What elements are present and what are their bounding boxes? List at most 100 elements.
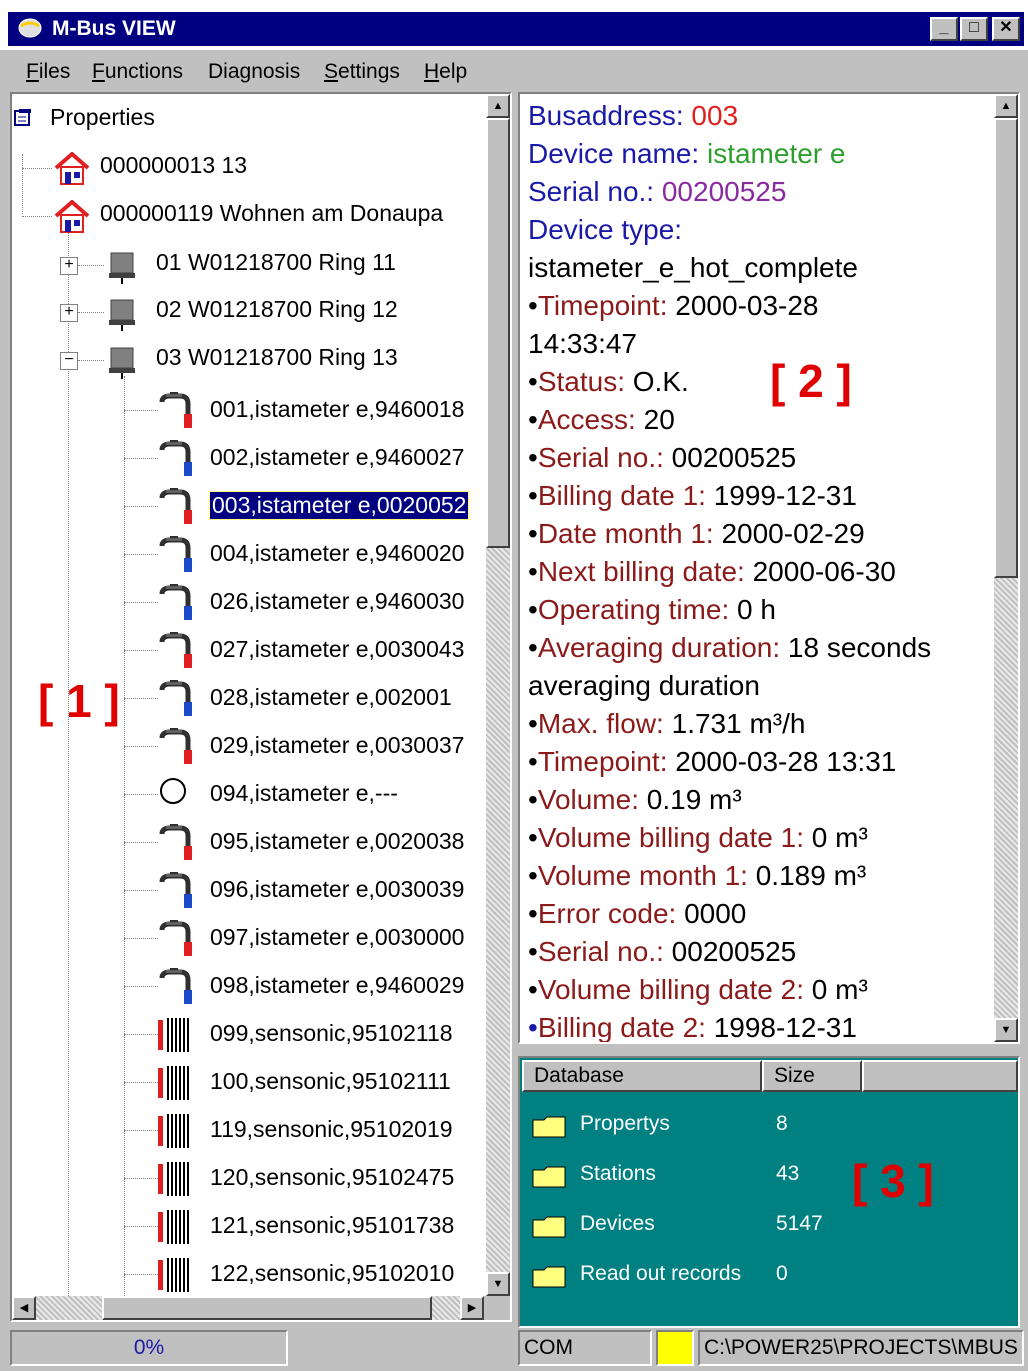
tree-device[interactable]: 002,istameter e,9460027 [12,440,486,480]
column-header-size[interactable]: Size [762,1060,862,1092]
tree-device[interactable]: 026,istameter e,9460030 [12,584,486,624]
tree-device[interactable]: 096,istameter e,0030039 [12,872,486,912]
tree-station[interactable]: + 01 W01218700 Ring 11 [12,249,486,285]
scroll-down-button[interactable]: ▼ [994,1018,1018,1042]
tree-device[interactable]: 095,istameter e,0020038 [12,824,486,864]
detail-record: •Operating time: 0 h [528,594,776,625]
tree-device[interactable]: 121,sensonic,95101738 [12,1208,486,1248]
tree-device-label: 001,istameter e,9460018 [210,396,465,422]
detail-serial: Serial no.: 00200525 [528,176,787,207]
tree-device[interactable]: 029,istameter e,0030037 [12,728,486,768]
scroll-down-button[interactable]: ▼ [486,1272,510,1296]
tree-station[interactable]: − 03 W01218700 Ring 13 [12,344,486,380]
database-row[interactable]: Stations 43 [532,1156,832,1196]
detail-record: •Access: 20 [528,404,675,435]
tree-device-label: 026,istameter e,9460030 [210,588,465,614]
tree-device[interactable]: 120,sensonic,95102475 [12,1160,486,1200]
radiator-icon [158,1160,192,1204]
detail-record: •Error code: 0000 [528,898,747,929]
detail-record: •Next billing date: 2000-06-30 [528,556,896,587]
tree-device[interactable]: 099,sensonic,95102118 [12,1016,486,1056]
menu-files[interactable]: Files [26,60,70,84]
detail-record: •Status: O.K. [528,366,689,397]
scroll-thumb[interactable] [102,1296,432,1320]
tree-device[interactable]: 001,istameter e,9460018 [12,392,486,432]
tree-property[interactable]: 000000013 13 [12,152,486,188]
detail-record: averaging duration [528,670,760,701]
status-indicator-light [656,1330,694,1366]
hot-tap-icon [158,632,192,676]
tree-device[interactable]: 122,sensonic,95102010 [12,1256,486,1296]
detail-record: •Volume: 0.19 m³ [528,784,742,815]
expand-toggle[interactable]: + [60,304,78,322]
status-port: COM [518,1330,652,1366]
tree-device[interactable]: 027,istameter e,0030043 [12,632,486,672]
radiator-icon [158,1064,192,1108]
cold-tap-icon [158,872,192,916]
tree-station[interactable]: + 02 W01218700 Ring 12 [12,296,486,332]
scroll-thumb[interactable] [994,118,1018,578]
tree-property[interactable]: 000000119 Wohnen am Donaupa [12,200,486,236]
maximize-button[interactable]: □ [960,17,988,41]
close-button[interactable]: ✕ [992,17,1020,41]
radiator-icon [158,1112,192,1156]
detail-record: 14:33:47 [528,328,637,359]
tree-device[interactable]: 097,istameter e,0030000 [12,920,486,960]
tree-station-label: 01 W01218700 Ring 11 [156,249,396,275]
detail-record: •Timepoint: 2000-03-28 [528,290,819,321]
properties-icon [14,109,31,126]
tree-vertical-scrollbar[interactable]: ▲ ▼ [486,94,510,1296]
database-row[interactable]: Propertys 8 [532,1106,832,1146]
expand-toggle[interactable]: + [60,257,78,275]
tree-device[interactable]: 004,istameter e,9460020 [12,536,486,576]
device-tree[interactable]: Properties 000000013 13 000000119 Wohnen… [10,92,512,1322]
tree-device-label: 121,sensonic,95101738 [210,1212,455,1238]
scroll-left-button[interactable]: ◀ [12,1296,36,1320]
details-vertical-scrollbar[interactable]: ▲ ▼ [994,94,1018,1042]
menu-functions[interactable]: Functions [92,60,183,84]
detail-device-type-label: Device type: [528,214,683,245]
menu-settings[interactable]: Settings [324,60,400,84]
hot-tap-icon [158,824,192,868]
tree-station-label: 03 W01218700 Ring 13 [156,344,398,370]
annotation-2: [ 2 ] [770,355,852,407]
menu-help[interactable]: Help [424,60,467,84]
tree-device-label: 002,istameter e,9460027 [210,444,465,470]
scroll-thumb[interactable] [486,118,510,548]
app-icon [18,18,42,38]
scroll-up-button[interactable]: ▲ [486,94,510,118]
tree-device[interactable]: 094,istameter e,--- [12,776,486,816]
database-row[interactable]: Devices 5147 [532,1206,832,1246]
station-icon [109,347,135,379]
tree-device[interactable]: 003,istameter e,0020052 [12,488,486,528]
database-name: Stations [580,1162,656,1185]
detail-busaddress: Busaddress: 003 [528,100,739,131]
folder-icon [532,1266,566,1288]
title-bar[interactable]: M-Bus VIEW _ □ ✕ [8,12,1024,46]
tree-horizontal-scrollbar[interactable]: ◀ ▶ [12,1296,510,1320]
cold-tap-icon [158,440,192,484]
collapse-toggle[interactable]: − [60,352,78,370]
tree-device[interactable]: 119,sensonic,95102019 [12,1112,486,1152]
tree-device-label: 100,sensonic,95102111 [210,1068,451,1094]
annotation-3: [ 3 ] [852,1155,934,1207]
minimize-button[interactable]: _ [930,17,958,41]
detail-record: •Averaging duration: 18 seconds [528,632,932,663]
tree-station-label: 02 W01218700 Ring 12 [156,296,398,322]
tree-device[interactable]: 098,istameter e,9460029 [12,968,486,1008]
detail-record: •Volume month 1: 0.189 m³ [528,860,867,891]
device-details[interactable]: Busaddress: 003 Device name: istameter e… [518,92,1020,1044]
scroll-right-button[interactable]: ▶ [460,1296,484,1320]
column-header-blank[interactable] [862,1060,1018,1092]
tree-device-label: 029,istameter e,0030037 [210,732,465,758]
tree-device-label: 119,sensonic,95102019 [210,1116,453,1142]
database-summary[interactable]: Database Size Propertys 8 Stations 43 Device… [518,1056,1020,1328]
detail-record: •Timepoint: 2000-03-28 13:31 [528,746,897,777]
detail-record: •Date month 1: 2000-02-29 [528,518,865,549]
tree-device-label: 097,istameter e,0030000 [210,924,465,950]
menu-diagnosis[interactable]: Diagnosis [208,60,300,84]
column-header-database[interactable]: Database [522,1060,762,1092]
tree-device[interactable]: 100,sensonic,95102111 [12,1064,486,1104]
scroll-up-button[interactable]: ▲ [994,94,1018,118]
database-row[interactable]: Read out records 0 [532,1256,832,1296]
